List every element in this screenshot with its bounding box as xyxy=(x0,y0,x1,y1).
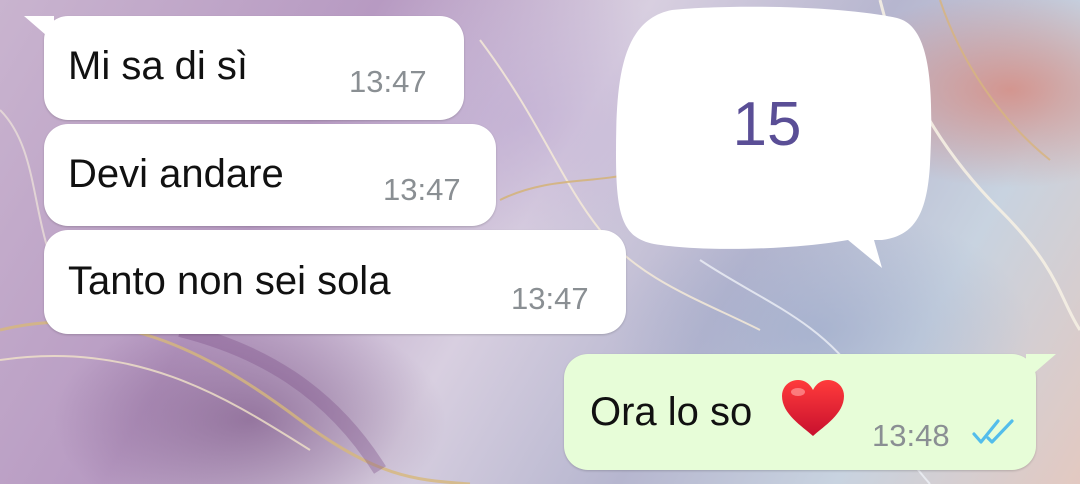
message-text: Mi sa di sì xyxy=(68,44,249,88)
heart-emoji xyxy=(782,380,844,436)
read-receipt-icon xyxy=(972,419,1014,444)
message-text: Ora lo so xyxy=(590,390,753,434)
message-text: Tanto non sei sola xyxy=(68,259,391,303)
message-text: Devi andare xyxy=(68,152,284,196)
message-timestamp: 13:47 xyxy=(349,64,427,99)
bubble-tail xyxy=(24,16,54,42)
message-timestamp: 13:48 xyxy=(872,418,950,453)
message-timestamp: 13:47 xyxy=(383,172,461,207)
message-timestamp: 13:47 xyxy=(511,281,589,316)
overlay-number: 15 xyxy=(732,90,802,159)
bubble-tail xyxy=(1026,354,1056,380)
